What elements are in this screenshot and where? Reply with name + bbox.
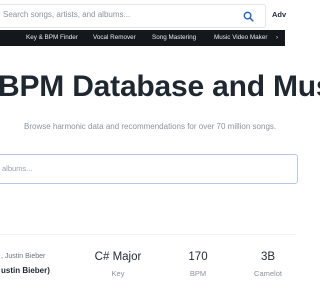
nav-item-vocal-remover[interactable]: Vocal Remover: [93, 34, 136, 41]
nav-more-chevron-icon[interactable]: ›: [276, 35, 278, 41]
result-bpm-value: 170: [188, 251, 208, 263]
top-bar: Search songs, artists, and albums... Adv: [0, 0, 286, 31]
result-camelot-value: 3B: [260, 251, 276, 263]
result-bpm-label: BPM: [189, 269, 207, 278]
advanced-search-link[interactable]: Adv: [272, 10, 286, 19]
result-key-label: Key: [111, 269, 125, 278]
page-title: BPM Database and Mus: [0, 70, 320, 103]
result-song-title[interactable]: ustin Bieber): [1, 266, 50, 275]
result-key-value: C# Major: [94, 251, 142, 263]
result-artist: , Justin Bieber: [1, 253, 46, 260]
main-search-input[interactable]: albums...: [0, 154, 298, 184]
nav-item-song-mastering[interactable]: Song Mastering: [152, 34, 196, 41]
search-icon[interactable]: [243, 11, 254, 22]
header-search-placeholder: Search songs, artists, and albums...: [3, 10, 131, 19]
nav-item-music-video-maker[interactable]: Music Video Maker: [214, 34, 267, 41]
main-search-placeholder: albums...: [2, 164, 33, 173]
song-result-row[interactable]: , Justin Bieber ustin Bieber) C# Major K…: [0, 234, 296, 301]
page-subtitle: Browse harmonic data and recommendations…: [24, 122, 277, 131]
result-camelot-label: Camelot: [254, 269, 282, 278]
main-nav: Key & BPM Finder Vocal Remover Song Mast…: [0, 30, 285, 46]
nav-item-key-bpm-finder[interactable]: Key & BPM Finder: [26, 34, 78, 41]
header-search-input[interactable]: Search songs, artists, and albums...: [0, 4, 266, 28]
